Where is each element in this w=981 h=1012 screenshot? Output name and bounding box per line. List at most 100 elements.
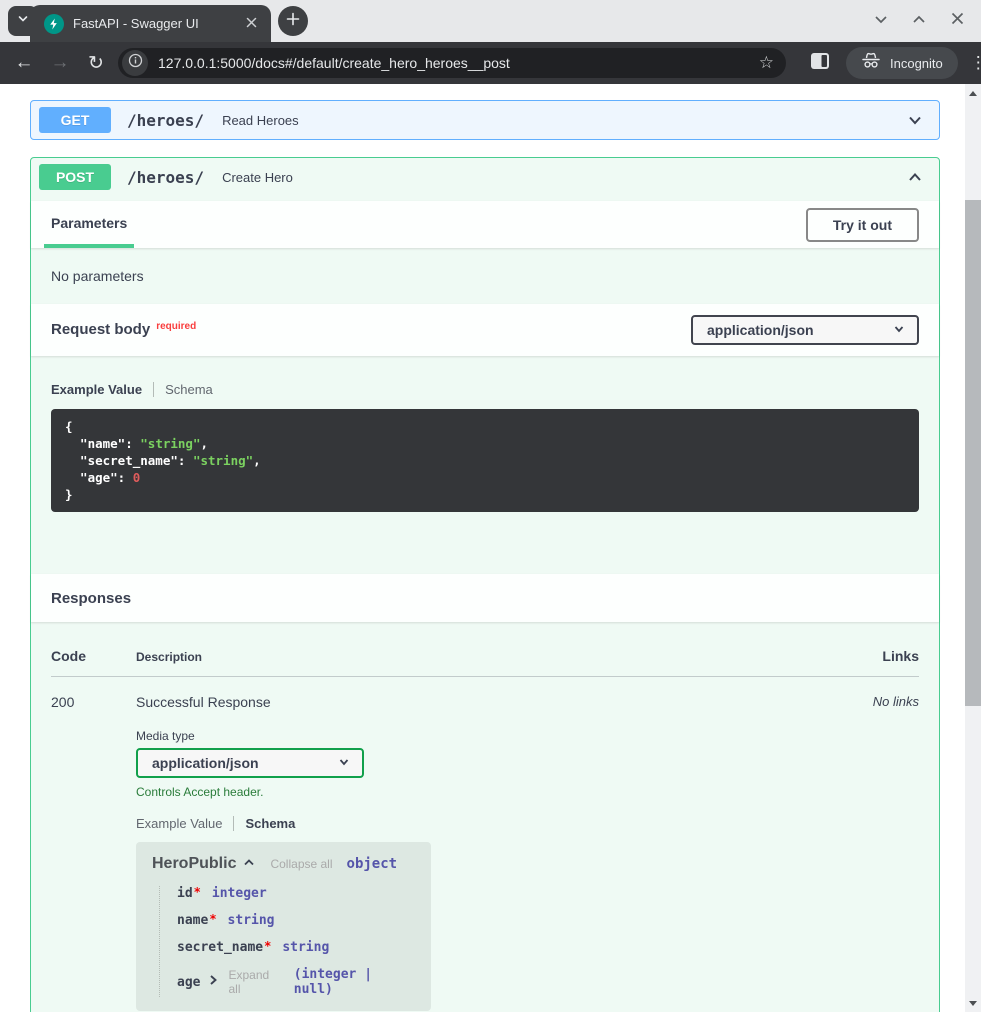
responses-table-head: Code Description Links (51, 648, 919, 677)
post-endpoint-path: /heroes/ (127, 168, 204, 187)
browser-tab[interactable]: FastAPI - Swagger UI (30, 5, 271, 42)
expand-all-link[interactable]: Expand all (228, 968, 282, 996)
get-method-badge: GET (39, 107, 111, 133)
request-body-header: Request bodyrequired application/json (31, 304, 939, 356)
required-star: * (194, 885, 201, 899)
request-body-title-group: Request bodyrequired (51, 321, 196, 339)
tab-schema[interactable]: Schema (245, 816, 295, 831)
operation-post-summary[interactable]: POST /heroes/ Create Hero (31, 158, 939, 196)
scrollbar-thumb[interactable] (965, 200, 981, 706)
response-links: No links (829, 694, 919, 1011)
operation-post-heroes: POST /heroes/ Create Hero Parameters Try… (30, 157, 940, 1012)
response-media-type-value: application/json (152, 755, 259, 771)
json-example-codeblock: { "name": "string", "secret_name": "stri… (51, 409, 919, 512)
column-header-code: Code (51, 648, 136, 664)
parameters-tab: Parameters (44, 201, 134, 248)
code-key: "name": (65, 436, 140, 451)
tab-example-value[interactable]: Example Value (136, 816, 222, 831)
kebab-menu-icon: ⋮ (970, 53, 981, 73)
property-type: string (282, 940, 329, 955)
side-panel-button[interactable] (808, 51, 832, 75)
property-row-age: age Expand all (integer | null) (177, 967, 415, 997)
code-key: "secret_name": (65, 453, 193, 468)
operation-get-summary[interactable]: GET /heroes/ Read Heroes (31, 101, 939, 139)
chevron-down-icon (873, 11, 889, 32)
window-close-button[interactable] (949, 13, 965, 29)
url-bar[interactable]: 127.0.0.1:5000/docs#/default/create_hero… (118, 48, 786, 78)
chevron-down-icon (16, 12, 30, 31)
model-type: object (347, 856, 398, 872)
model-title-row: HeroPublic Collapse all object (152, 855, 415, 873)
no-parameters-text: No parameters (31, 248, 939, 304)
reload-icon: ↻ (88, 52, 104, 75)
get-endpoint-summary: Read Heroes (222, 113, 299, 128)
url-text[interactable]: 127.0.0.1:5000/docs#/default/create_hero… (158, 55, 755, 71)
forward-arrow-icon: → (51, 52, 70, 74)
window-minimize-button[interactable] (873, 13, 889, 29)
info-icon (128, 53, 143, 73)
response-code: 200 (51, 694, 136, 1011)
request-media-type-value: application/json (707, 322, 814, 338)
swagger-content: GET /heroes/ Read Heroes POST /heroes/ C… (0, 84, 956, 1012)
parameters-header: Parameters Try it out (31, 201, 939, 248)
response-row-200: 200 Successful Response Media type appli… (51, 677, 919, 1011)
bookmark-button[interactable]: ☆ (755, 53, 778, 73)
collapse-chevron-icon[interactable] (905, 167, 925, 187)
triangle-up-icon (969, 91, 977, 96)
code-string-value: "string" (140, 436, 200, 451)
schema-model-box: HeroPublic Collapse all object id* integ… (136, 842, 431, 1011)
reload-button[interactable]: ↻ (78, 46, 114, 80)
try-it-out-button[interactable]: Try it out (806, 208, 919, 242)
response-media-type-select[interactable]: application/json (136, 748, 364, 778)
required-star: * (209, 912, 216, 926)
tab-divider (233, 816, 234, 831)
model-properties: id* integer name* string secret_name* (159, 886, 415, 997)
model-collapse-button[interactable] (243, 855, 255, 873)
window-maximize-button[interactable] (911, 13, 927, 29)
swagger-page: GET /heroes/ Read Heroes POST /heroes/ C… (0, 84, 981, 1012)
scroll-up-button[interactable] (965, 86, 981, 100)
back-button[interactable]: ← (6, 46, 42, 80)
side-panel-icon (810, 52, 830, 75)
response-tabs: Example Value Schema (136, 816, 829, 831)
plus-icon (286, 12, 300, 31)
tab-close-button[interactable] (241, 14, 261, 34)
site-info-button[interactable] (122, 50, 148, 76)
collapse-all-link[interactable]: Collapse all (270, 857, 332, 871)
property-row-secret-name: secret_name* string (177, 940, 415, 955)
property-name: secret_name (177, 940, 263, 955)
code-comma: , (253, 453, 261, 468)
browser-window: FastAPI - Swagger UI ← → ↻ 127.0.0.1:500… (0, 0, 981, 1012)
page-scrollbar[interactable] (965, 84, 981, 1012)
request-media-type-select[interactable]: application/json (691, 315, 919, 345)
new-tab-button[interactable] (278, 6, 308, 36)
window-controls (873, 13, 965, 29)
expand-chevron-icon[interactable] (905, 110, 925, 130)
required-badge: required (156, 321, 196, 332)
chevron-up-icon (243, 855, 255, 873)
responses-body: Code Description Links 200 Successful Re… (31, 622, 939, 1012)
code-number-value: 0 (133, 470, 141, 485)
get-endpoint-path: /heroes/ (127, 111, 204, 130)
scroll-down-button[interactable] (965, 996, 981, 1010)
star-icon: ☆ (759, 53, 774, 72)
close-icon (246, 15, 257, 33)
property-name: id (177, 886, 193, 901)
incognito-icon (861, 52, 881, 74)
media-type-label: Media type (136, 729, 829, 743)
property-expand-button[interactable] (208, 974, 218, 990)
chevron-down-icon (893, 322, 905, 338)
tab-schema[interactable]: Schema (165, 382, 213, 397)
browser-toolbar: ← → ↻ 127.0.0.1:5000/docs#/default/creat… (0, 42, 981, 84)
tab-example-value[interactable]: Example Value (51, 382, 142, 397)
back-arrow-icon: ← (15, 52, 34, 74)
request-body-example-area: Example Value Schema { "name": "string",… (31, 356, 939, 574)
property-name: name (177, 913, 208, 928)
accept-header-note: Controls Accept header. (136, 785, 829, 799)
property-type: integer (212, 886, 267, 901)
code-key: "age": (65, 470, 133, 485)
browser-menu-button[interactable]: ⋮ (970, 46, 981, 80)
forward-button[interactable]: → (42, 46, 78, 80)
response-description-text: Successful Response (136, 694, 829, 710)
tab-strip: FastAPI - Swagger UI (0, 0, 981, 42)
